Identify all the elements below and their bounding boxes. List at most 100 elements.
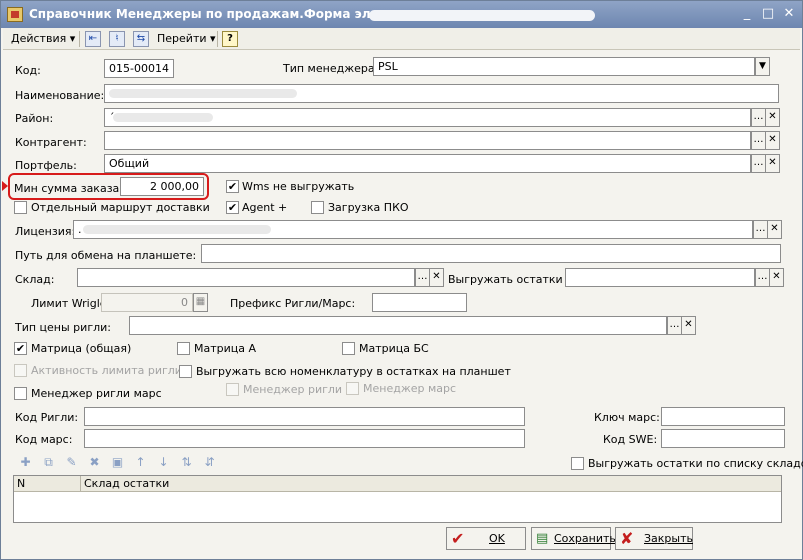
manager-type-label: Тип менеджера: bbox=[283, 62, 379, 75]
actions-menu[interactable]: Действия ▾ bbox=[11, 30, 75, 48]
save-icon: ▤ bbox=[536, 531, 549, 546]
swe-code-label: Код SWE: bbox=[603, 433, 658, 446]
add-row-icon[interactable]: ✚ bbox=[17, 454, 34, 470]
sort-desc-icon: ⇵ bbox=[204, 455, 215, 469]
mars-key-field[interactable] bbox=[661, 407, 785, 426]
select-button[interactable]: … bbox=[751, 154, 766, 173]
upload-by-list-label: Выгружать остатки по списку складов bbox=[588, 457, 803, 470]
clear-icon[interactable]: ✕ bbox=[681, 316, 696, 335]
clear-icon[interactable]: ✕ bbox=[765, 108, 780, 127]
wrigley-code-field[interactable] bbox=[84, 407, 525, 426]
toolbar: Действия ▾ ⇤ ♮ ⇆ Перейти ▾ ? bbox=[3, 28, 800, 50]
price-type-field[interactable] bbox=[129, 316, 667, 335]
column-header-warehouse[interactable]: Склад остатки bbox=[84, 477, 169, 490]
ok-label: OK bbox=[489, 532, 505, 545]
upload-stock-label: Выгружать остатки ... bbox=[448, 273, 577, 286]
portfolio-field[interactable]: Общий bbox=[104, 154, 751, 173]
calculator-icon: ▦ bbox=[193, 293, 208, 312]
min-order-label: Мин сумма заказа: bbox=[14, 182, 123, 195]
close-button[interactable]: ✘ Закрыть bbox=[615, 527, 693, 550]
upload-by-list-checkbox[interactable] bbox=[571, 457, 584, 470]
dropdown-arrow-icon: ▾ bbox=[210, 32, 216, 45]
clear-icon[interactable]: ✕ bbox=[767, 220, 782, 239]
manager-type-select[interactable]: PSL bbox=[373, 57, 755, 76]
move-up-icon: ↑ bbox=[135, 455, 146, 469]
upload-all-label: Выгружать всю номенклатуру в остатках на… bbox=[196, 365, 511, 378]
swap-icon[interactable]: ⇆ bbox=[133, 31, 149, 47]
goto-menu[interactable]: Перейти ▾ bbox=[157, 30, 216, 48]
wrigley-limit-field: 0 bbox=[101, 293, 193, 312]
dropdown-arrow-icon: ▾ bbox=[69, 32, 76, 45]
clear-icon[interactable]: ✕ bbox=[769, 268, 784, 287]
close-label: Закрыть bbox=[644, 532, 693, 545]
close-window-button[interactable]: ✕ bbox=[780, 6, 798, 23]
warehouse-field[interactable] bbox=[77, 268, 415, 287]
matrix-bs-checkbox[interactable] bbox=[342, 342, 355, 355]
swe-code-field[interactable] bbox=[661, 429, 785, 448]
structure-icon[interactable]: ♮ bbox=[109, 31, 125, 47]
code-field[interactable]: 015-00014 bbox=[104, 59, 174, 78]
manager-mars-label: Менеджер марс bbox=[363, 382, 457, 395]
column-divider bbox=[80, 476, 81, 492]
copy-row-icon: ⧉ bbox=[44, 455, 53, 469]
select-button[interactable]: … bbox=[753, 220, 768, 239]
save-label: Сохранить bbox=[554, 532, 616, 545]
title-bar[interactable]: Справочник Менеджеры по продажам.Форма э… bbox=[1, 1, 802, 28]
sort-asc-icon: ⇅ bbox=[181, 455, 192, 469]
district-label: Район: bbox=[15, 112, 54, 125]
save-button[interactable]: ▤ Сохранить bbox=[531, 527, 616, 550]
arrow-left-icon[interactable]: ⇤ bbox=[85, 31, 101, 47]
upload-stock-field[interactable] bbox=[565, 268, 755, 287]
min-order-field[interactable]: 2 000,00 bbox=[120, 177, 204, 196]
maximize-button[interactable]: □ bbox=[759, 6, 777, 23]
code-label: Код: bbox=[15, 64, 41, 77]
counterparty-field[interactable] bbox=[104, 131, 751, 150]
matrix-common-checkbox[interactable]: ✔ bbox=[14, 342, 27, 355]
matrix-a-checkbox[interactable] bbox=[177, 342, 190, 355]
clear-icon[interactable]: ✕ bbox=[765, 154, 780, 173]
tablet-path-field[interactable] bbox=[201, 244, 781, 263]
upload-all-checkbox[interactable] bbox=[179, 365, 192, 378]
select-button[interactable]: … bbox=[667, 316, 682, 335]
manager-wrigley-checkbox bbox=[226, 383, 239, 396]
warehouses-table[interactable]: N Склад остатки bbox=[13, 475, 782, 523]
window-title: Справочник Менеджеры по продажам.Форма э… bbox=[29, 7, 425, 21]
dropdown-arrow-icon[interactable]: ▼ bbox=[755, 57, 770, 76]
wms-checkbox[interactable]: ✔ bbox=[226, 180, 239, 193]
agent-checkbox[interactable]: ✔ bbox=[226, 201, 239, 214]
select-button[interactable]: … bbox=[755, 268, 770, 287]
select-button[interactable]: … bbox=[751, 131, 766, 150]
clear-icon[interactable]: ✕ bbox=[429, 268, 444, 287]
wrigley-prefix-field[interactable] bbox=[372, 293, 467, 312]
close-icon: ✘ bbox=[620, 529, 634, 548]
redacted-title-part bbox=[369, 10, 595, 21]
form-window: Справочник Менеджеры по продажам.Форма э… bbox=[0, 0, 803, 560]
toolbar-separator bbox=[79, 31, 80, 47]
clear-icon[interactable]: ✕ bbox=[765, 131, 780, 150]
price-type-label: Тип цены ригли: bbox=[15, 321, 111, 334]
manager-wrigley-mars-label: Менеджер ригли марс bbox=[31, 387, 162, 400]
pko-checkbox[interactable] bbox=[311, 201, 324, 214]
matrix-bs-label: Матрица БС bbox=[359, 342, 429, 355]
matrix-a-label: Матрица А bbox=[194, 342, 257, 355]
edit-row-icon: ✎ bbox=[66, 455, 77, 469]
minimize-button[interactable]: _ bbox=[738, 6, 756, 23]
help-icon[interactable]: ? bbox=[222, 31, 238, 47]
matrix-common-label: Матрица (общая) bbox=[31, 342, 132, 355]
mars-key-label: Ключ марс: bbox=[594, 411, 660, 424]
select-button[interactable]: … bbox=[751, 108, 766, 127]
select-button[interactable]: … bbox=[415, 268, 430, 287]
ok-button[interactable]: ✔ OK bbox=[446, 527, 526, 550]
separate-route-label: Отдельный маршрут доставки bbox=[31, 201, 210, 214]
warehouse-label: Склад: bbox=[15, 273, 55, 286]
column-header-number[interactable]: N bbox=[17, 477, 25, 490]
manager-mars-checkbox bbox=[346, 382, 359, 395]
end-edit-icon: ▣ bbox=[111, 455, 124, 469]
limit-activity-label: Активность лимита ригли bbox=[31, 364, 182, 377]
separate-route-checkbox[interactable] bbox=[14, 201, 27, 214]
redacted-license bbox=[83, 225, 271, 234]
wrigley-code-label: Код Ригли: bbox=[15, 411, 79, 424]
mars-code-field[interactable] bbox=[84, 429, 525, 448]
move-down-icon: ↓ bbox=[158, 455, 169, 469]
manager-wrigley-mars-checkbox[interactable] bbox=[14, 387, 27, 400]
